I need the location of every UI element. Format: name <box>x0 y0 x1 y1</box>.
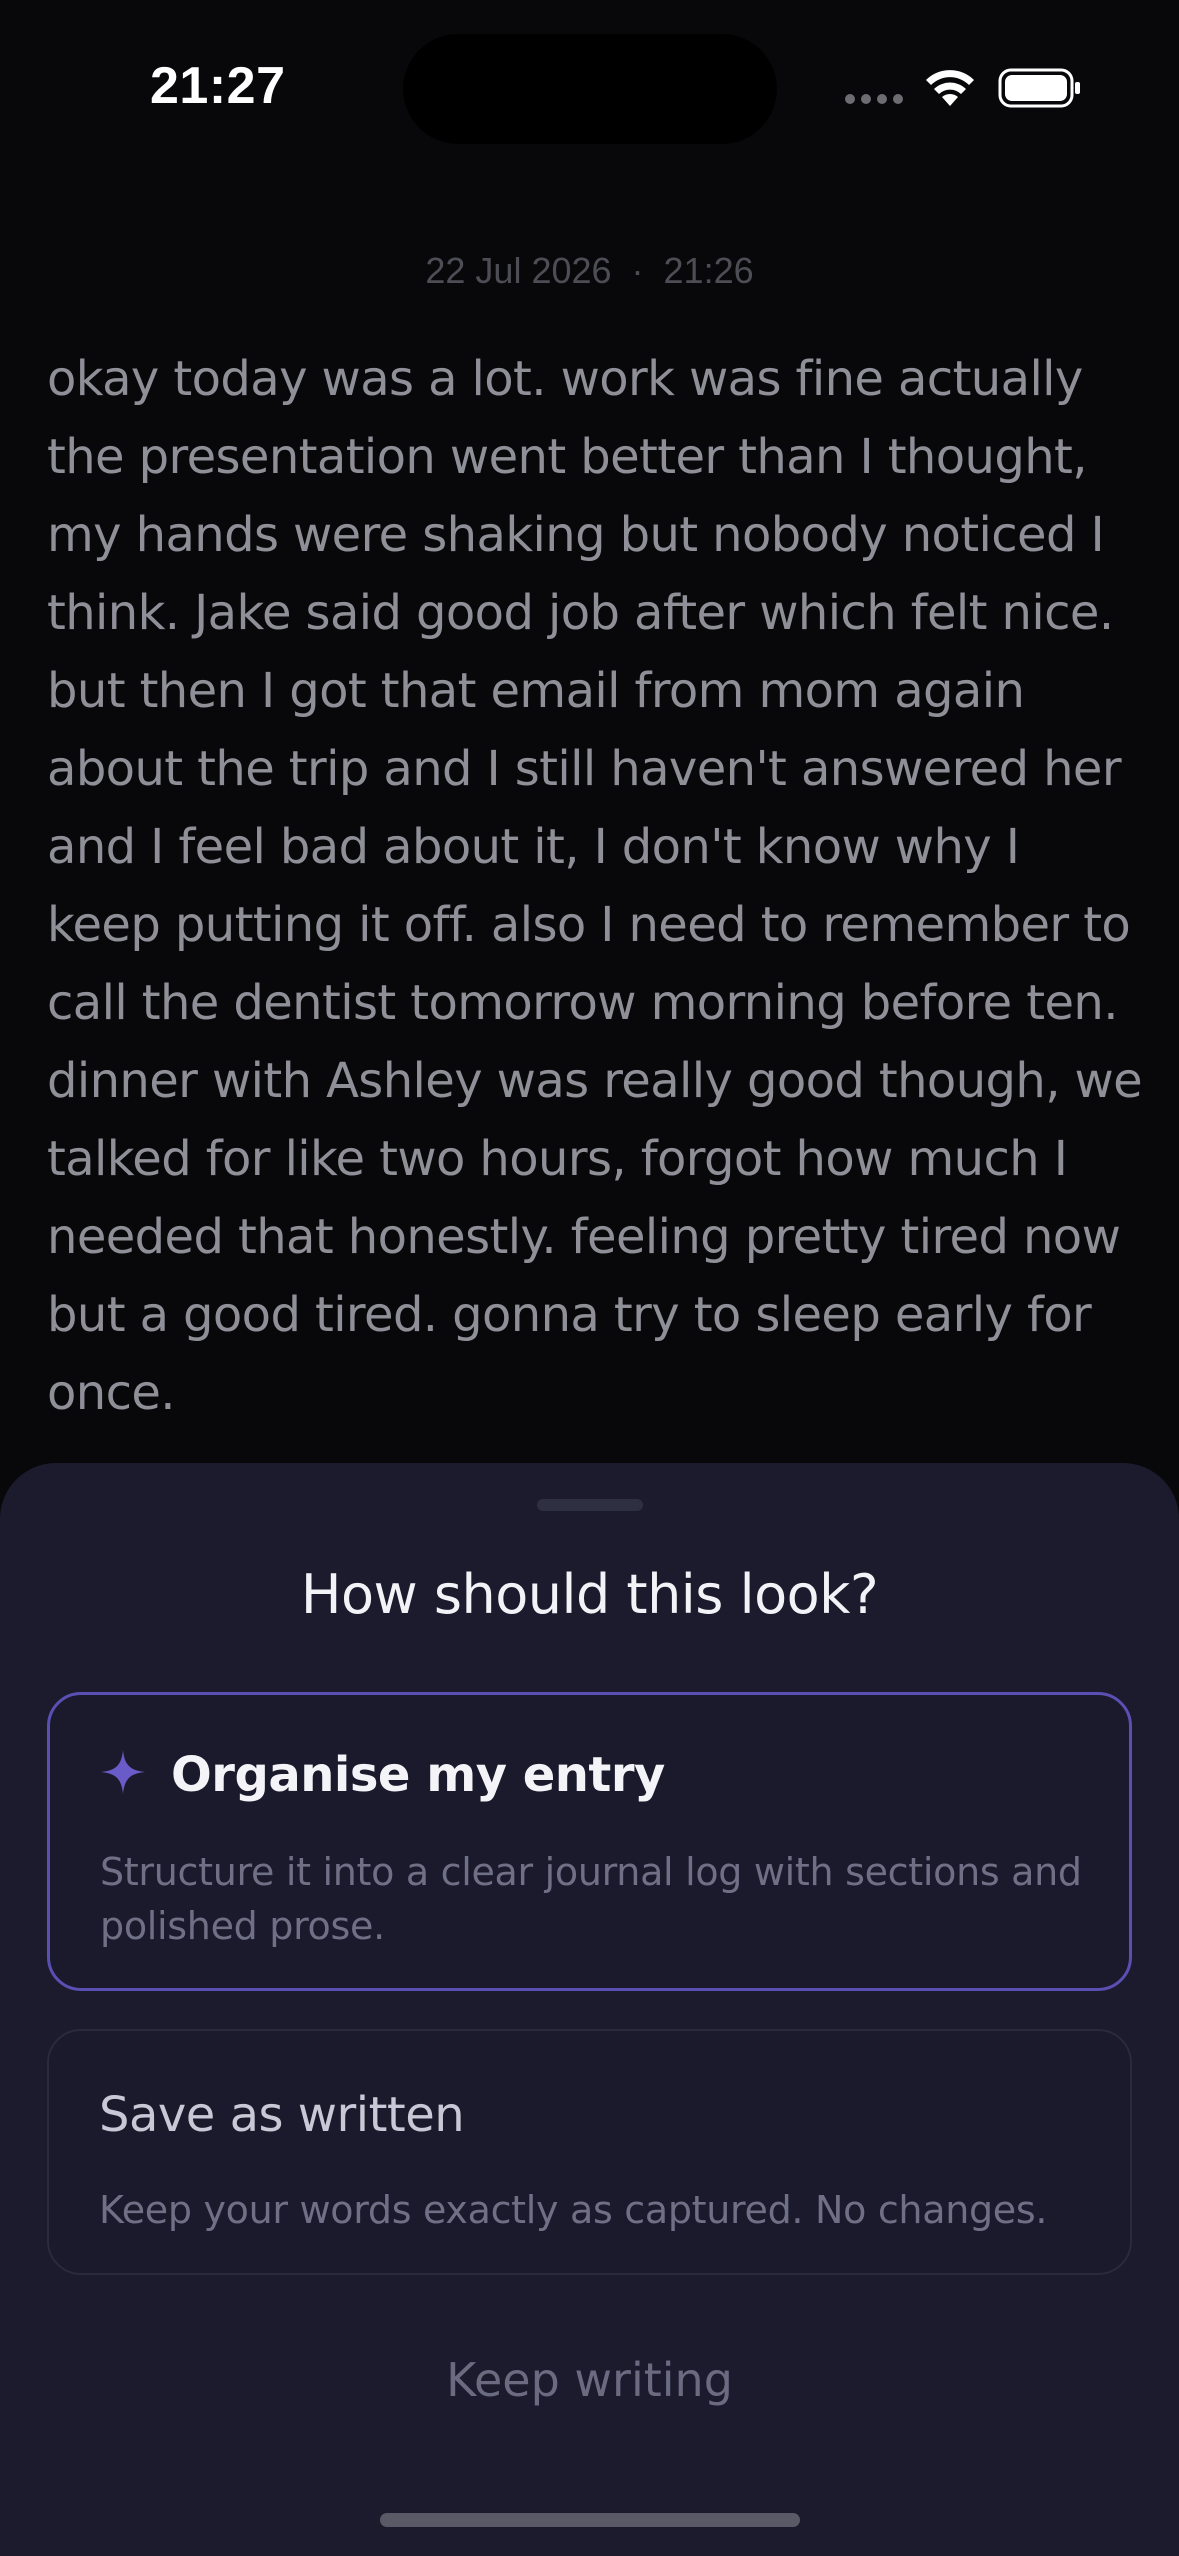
wifi-icon <box>926 70 974 106</box>
entry-timestamp: 22 Jul 2026 · 21:26 <box>0 250 1179 292</box>
cellular-signal-icon <box>845 94 903 104</box>
option-description: Structure it into a clear journal log wi… <box>100 1850 1082 1948</box>
home-indicator[interactable] <box>380 2513 800 2527</box>
meta-separator: · <box>631 250 644 291</box>
entry-time: 21:26 <box>663 250 754 291</box>
option-label: Save as written <box>99 2087 465 2143</box>
sheet-title: How should this look? <box>300 1563 879 1626</box>
battery-icon <box>998 68 1080 108</box>
entry-text[interactable]: okay today was a lot. work was fine actu… <box>47 340 1147 1432</box>
save-as-written-option[interactable]: Save as written Keep your words exactly … <box>47 2029 1132 2275</box>
entry-date: 22 Jul 2026 <box>425 250 612 291</box>
sheet-grabber[interactable] <box>537 1499 643 1511</box>
keep-writing-button[interactable]: Keep writing <box>0 2353 1179 2407</box>
dynamic-island <box>403 34 777 144</box>
sparkle-icon <box>101 1750 145 1794</box>
option-label: Organise my entry <box>171 1747 665 1803</box>
organise-entry-option[interactable]: Organise my entry Structure it into a cl… <box>47 1692 1132 1991</box>
journal-screen: 21:27 22 Jul 2026 · 21:26 okay today was a… <box>0 0 1179 2556</box>
option-description: Keep your words exactly as captured. No … <box>99 2188 1048 2232</box>
format-options-sheet: How should this look? Organise my entry … <box>0 1463 1179 2556</box>
status-time: 21:27 <box>150 57 286 115</box>
